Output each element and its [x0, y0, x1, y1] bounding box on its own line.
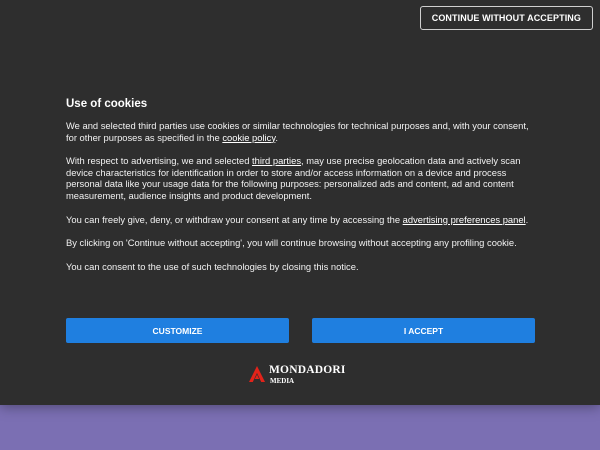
cookie-paragraph-5: You can consent to the use of such techn… — [66, 260, 359, 272]
cookie-content: Use of cookies We and selected third par… — [66, 98, 536, 284]
cookie-policy-link[interactable]: cookie policy — [222, 132, 275, 143]
cookie-actions: CUSTOMIZE I ACCEPT — [66, 318, 535, 343]
cookie-paragraph-1: We and selected third parties use cookie… — [66, 120, 529, 143]
cookie-paragraph-4: By clicking on 'Continue without accepti… — [66, 237, 517, 249]
mondadori-rose-icon — [249, 366, 265, 382]
third-parties-link[interactable]: third parties — [252, 155, 301, 166]
customize-button[interactable]: CUSTOMIZE — [66, 318, 289, 343]
advertising-preferences-link[interactable]: advertising preferences panel — [403, 214, 526, 225]
logo-name: MONDADORI — [269, 364, 346, 376]
cookie-banner: CONTINUE WITHOUT ACCEPTING Use of cookie… — [0, 0, 600, 405]
cookie-paragraph-2: With respect to advertising, we and sele… — [66, 155, 521, 201]
cookie-title: Use of cookies — [66, 98, 148, 110]
mondadori-logo: MONDADORI MEDIA — [248, 364, 346, 385]
cookie-paragraph-3: You can freely give, deny, or withdraw y… — [66, 213, 529, 225]
accept-button[interactable]: I ACCEPT — [312, 318, 535, 343]
logo-subtitle: MEDIA — [270, 376, 295, 385]
continue-without-accepting-button[interactable]: CONTINUE WITHOUT ACCEPTING — [419, 6, 593, 30]
